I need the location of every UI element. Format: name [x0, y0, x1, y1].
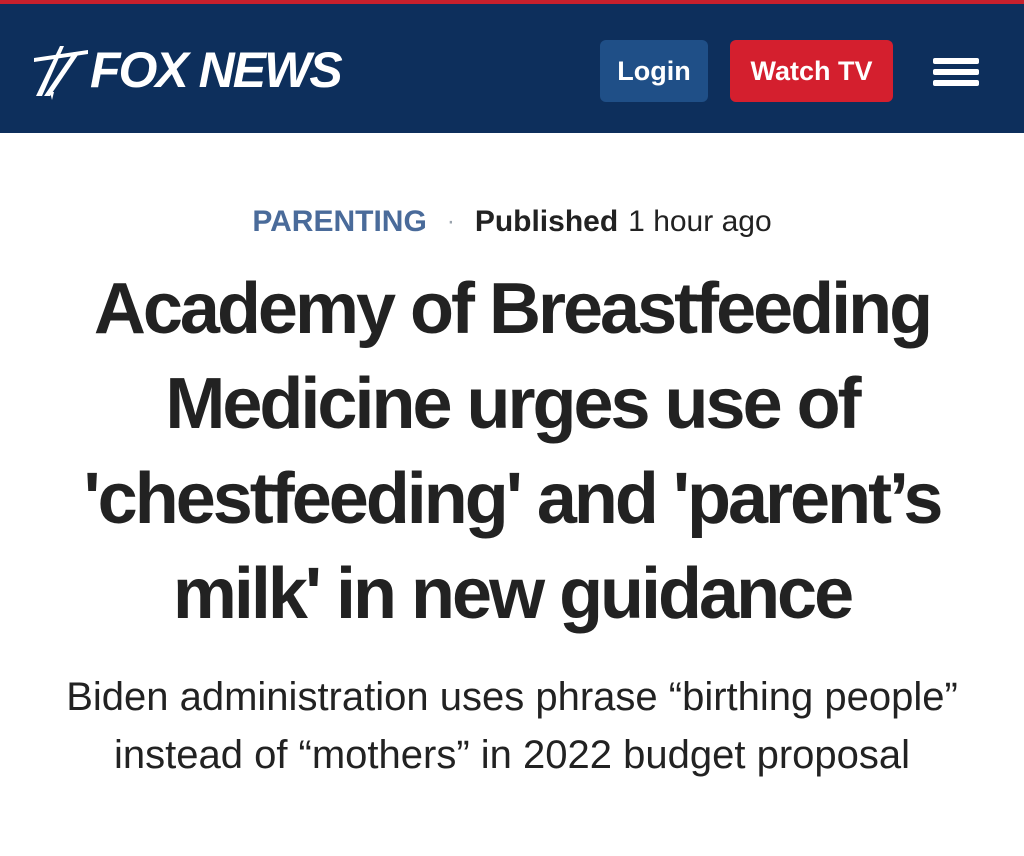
category-link[interactable]: PARENTING	[252, 205, 426, 239]
published-time: 1 hour ago	[628, 205, 772, 238]
watch-tv-button[interactable]: Watch TV	[730, 40, 893, 102]
menu-line-top	[933, 58, 979, 64]
published-label: Published	[474, 205, 619, 238]
site-header: FOX NEWS Login Watch TV	[0, 4, 1024, 133]
fox-news-logo-mark-icon	[34, 46, 88, 100]
hamburger-menu-icon[interactable]	[933, 54, 981, 90]
fox-news-logo[interactable]: FOX NEWS	[30, 38, 343, 102]
menu-line-middle	[933, 69, 979, 75]
logo-text: FOX NEWS	[90, 42, 343, 98]
menu-line-bottom	[933, 80, 979, 86]
article-subheadline: Biden administration uses phrase “birthi…	[66, 675, 958, 777]
article-headline: Academy of Breastfeeding Medicine urges …	[83, 269, 944, 634]
meta-separator: ·	[446, 208, 455, 235]
article-meta: PARENTING · Published 1 hour ago	[0, 198, 1024, 246]
login-button[interactable]: Login	[600, 40, 708, 102]
